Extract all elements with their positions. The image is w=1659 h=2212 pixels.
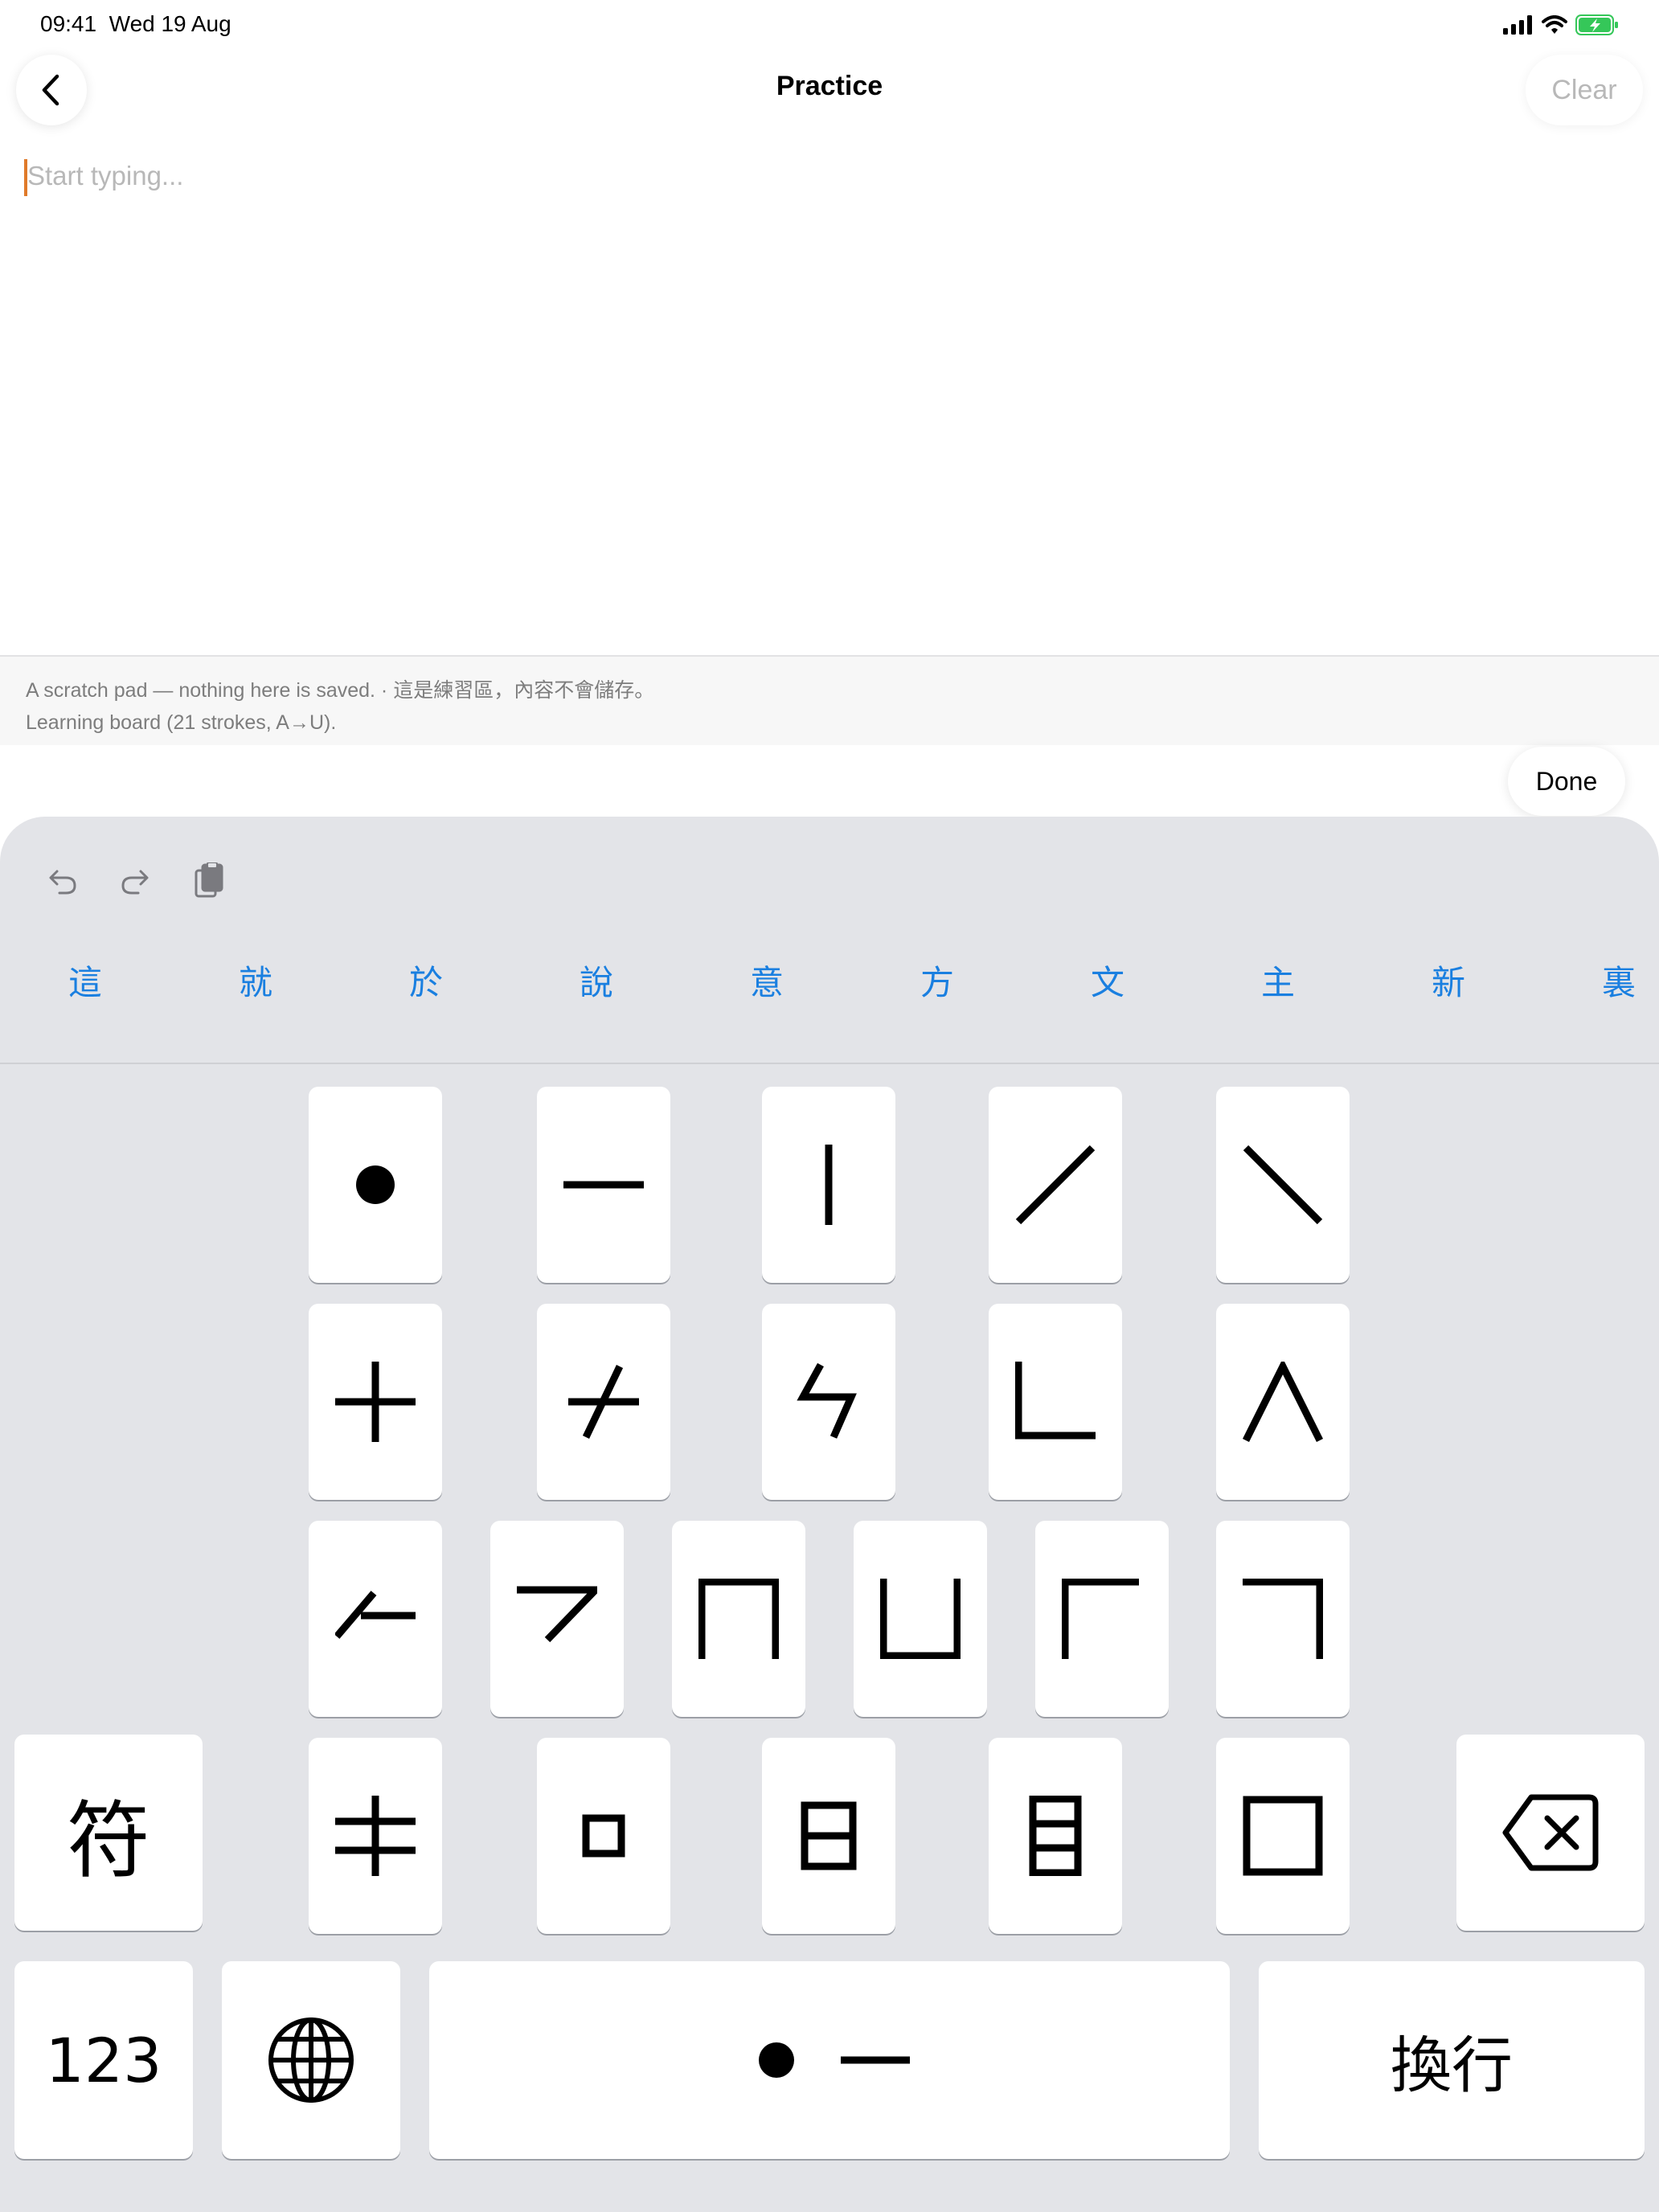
text-editor[interactable]: Start typing... bbox=[0, 129, 1659, 655]
signal-icon bbox=[1503, 15, 1534, 39]
stroke-corner-right-icon bbox=[1243, 1579, 1323, 1659]
stroke-key-cross[interactable] bbox=[309, 1304, 442, 1500]
stroke-horizontal-icon bbox=[563, 1181, 644, 1189]
stroke-key-cup[interactable] bbox=[854, 1521, 987, 1717]
stroke-eye-box-icon bbox=[1029, 1796, 1082, 1876]
stroke-key-hook-left[interactable] bbox=[309, 1521, 442, 1717]
stroke-caret-icon bbox=[1243, 1362, 1323, 1442]
candidate-divider bbox=[0, 1063, 1659, 1064]
stroke-key-horizontal[interactable] bbox=[537, 1087, 670, 1283]
stroke-backslash-icon bbox=[1243, 1145, 1323, 1225]
space-key[interactable] bbox=[429, 1961, 1230, 2159]
space-stroke-preview-icon bbox=[759, 2042, 910, 2078]
numbers-key[interactable]: 123 bbox=[14, 1961, 193, 2159]
editor-placeholder: Start typing... bbox=[27, 161, 184, 190]
stroke-arch-icon bbox=[698, 1579, 779, 1659]
done-button[interactable]: Done bbox=[1508, 747, 1625, 816]
candidate-4[interactable]: 說 bbox=[548, 956, 645, 1005]
stroke-key-caret[interactable] bbox=[1216, 1304, 1350, 1500]
stroke-slash-icon bbox=[1015, 1145, 1096, 1225]
stroke-key-small-square[interactable] bbox=[537, 1738, 670, 1934]
stroke-hook-left-icon bbox=[335, 1591, 416, 1639]
stroke-key-big-square[interactable] bbox=[1216, 1738, 1350, 1934]
stroke-key-vertical[interactable] bbox=[762, 1087, 895, 1283]
undo-button[interactable] bbox=[39, 857, 87, 905]
stroke-seven-icon bbox=[517, 1586, 597, 1643]
stroke-double-cross-icon bbox=[335, 1796, 416, 1876]
stroke-key-arch[interactable] bbox=[672, 1521, 805, 1717]
stroke-key-zigzag[interactable] bbox=[762, 1304, 895, 1500]
candidate-5[interactable]: 意 bbox=[719, 956, 815, 1005]
stroke-vertical-icon bbox=[825, 1145, 833, 1225]
stroke-key-eye-box[interactable] bbox=[989, 1738, 1122, 1934]
globe-key[interactable] bbox=[222, 1961, 400, 2159]
stroke-big-square-icon bbox=[1243, 1796, 1323, 1876]
page-title: Practice bbox=[776, 71, 883, 101]
candidate-7[interactable]: 文 bbox=[1059, 956, 1156, 1005]
battery-icon bbox=[1575, 14, 1619, 39]
stroke-key-sun-box[interactable] bbox=[762, 1738, 895, 1934]
status-icons bbox=[1503, 14, 1619, 39]
return-key[interactable]: 換行 bbox=[1259, 1961, 1645, 2159]
undo-icon bbox=[49, 870, 76, 895]
stroke-key-gamma[interactable] bbox=[1035, 1521, 1169, 1717]
navigation-bar: Practice Clear bbox=[0, 48, 1659, 129]
stroke-key-dot[interactable] bbox=[309, 1087, 442, 1283]
stroke-key-l-corner[interactable] bbox=[989, 1304, 1122, 1500]
info-bar: A scratch pad — nothing here is saved. ·… bbox=[0, 655, 1659, 745]
stroke-key-slash-cross[interactable] bbox=[537, 1304, 670, 1500]
status-bar: 09:41 Wed 19 Aug bbox=[0, 0, 1659, 48]
delete-key[interactable] bbox=[1456, 1735, 1645, 1931]
clipboard-button[interactable] bbox=[185, 857, 233, 905]
stroke-keyboard: 這 就 於 說 意 方 文 主 新 裏 符 123 換行 bbox=[0, 817, 1659, 2212]
stroke-slash-cross-icon bbox=[568, 1365, 639, 1439]
stroke-zigzag-icon bbox=[797, 1362, 857, 1439]
candidate-6[interactable]: 方 bbox=[889, 956, 985, 1005]
candidate-1[interactable]: 這 bbox=[37, 956, 133, 1005]
stroke-key-slash[interactable] bbox=[989, 1087, 1122, 1283]
stroke-key-backslash[interactable] bbox=[1216, 1087, 1350, 1283]
status-time: 09:41 Wed 19 Aug bbox=[40, 11, 231, 37]
redo-button[interactable] bbox=[111, 857, 159, 905]
candidate-8[interactable]: 主 bbox=[1230, 956, 1326, 1005]
board-description: Learning board (21 strokes, A→U). bbox=[26, 711, 337, 734]
clear-button[interactable]: Clear bbox=[1526, 55, 1643, 125]
status-date: Wed 19 Aug bbox=[109, 11, 231, 36]
symbols-key[interactable]: 符 bbox=[14, 1735, 203, 1931]
stroke-cross-icon bbox=[335, 1362, 416, 1442]
stroke-gamma-icon bbox=[1062, 1579, 1139, 1659]
candidate-3[interactable]: 於 bbox=[378, 956, 474, 1005]
candidate-10[interactable]: 裏 bbox=[1571, 956, 1659, 1005]
scratch-pad-notice: A scratch pad — nothing here is saved. ·… bbox=[26, 679, 655, 702]
delete-icon bbox=[1502, 1794, 1599, 1871]
candidate-9[interactable]: 新 bbox=[1400, 956, 1497, 1005]
stroke-cup-icon bbox=[880, 1579, 961, 1659]
redo-icon bbox=[121, 870, 149, 895]
clipboard-icon bbox=[195, 862, 223, 898]
stroke-key-seven[interactable] bbox=[490, 1521, 624, 1717]
candidate-2[interactable]: 就 bbox=[207, 956, 304, 1005]
wifi-icon bbox=[1542, 15, 1567, 39]
numbers-key-label: 123 bbox=[45, 2024, 162, 2096]
stroke-sun-box-icon bbox=[801, 1801, 857, 1870]
globe-icon bbox=[268, 2017, 354, 2103]
stroke-small-square-icon bbox=[582, 1814, 625, 1858]
stroke-key-corner-right[interactable] bbox=[1216, 1521, 1350, 1717]
stroke-l-corner-icon bbox=[1015, 1362, 1096, 1440]
stroke-dot-icon bbox=[356, 1165, 395, 1204]
stroke-key-double-cross[interactable] bbox=[309, 1738, 442, 1934]
symbols-key-label: 符 bbox=[66, 1791, 150, 1890]
status-clock: 09:41 bbox=[40, 11, 97, 36]
return-key-label: 換行 bbox=[1391, 2030, 1513, 2101]
